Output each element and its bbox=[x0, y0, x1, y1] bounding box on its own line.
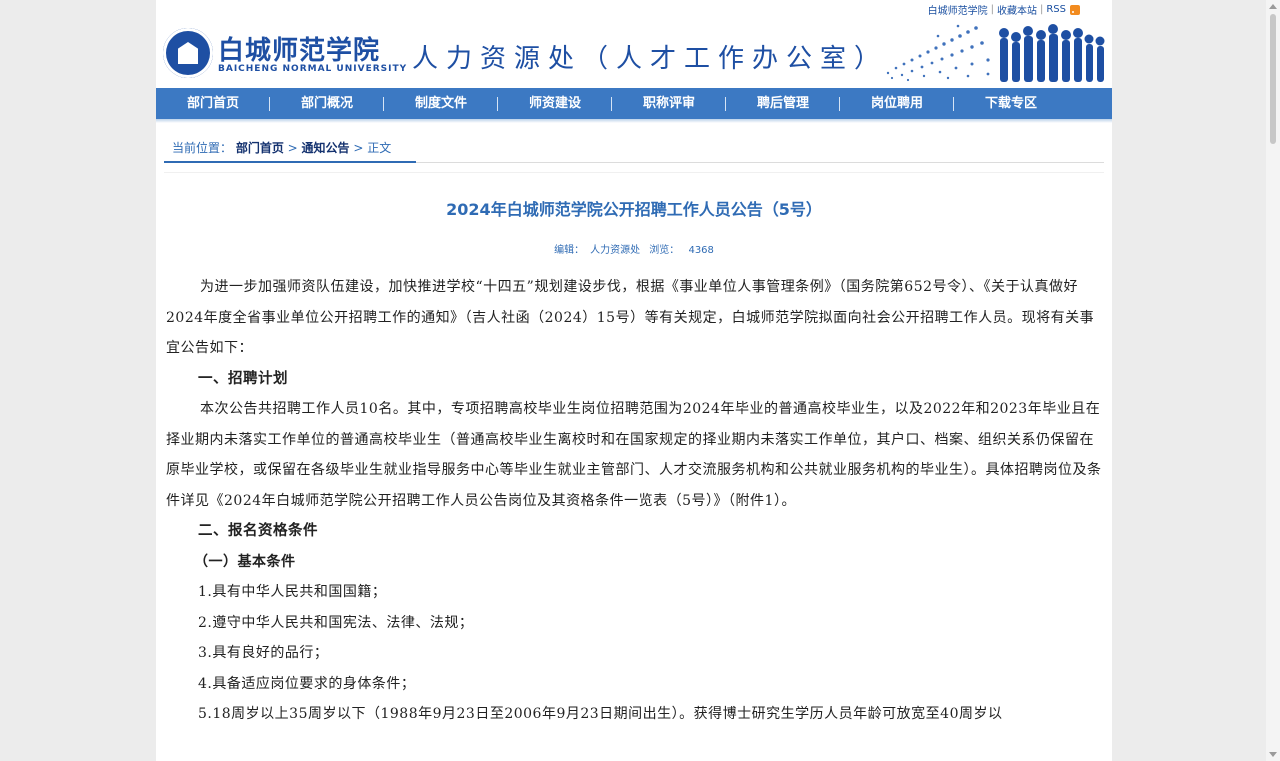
editor-value: 人力资源处 bbox=[590, 245, 641, 256]
nav-item-overview[interactable]: 部门概况 bbox=[270, 88, 384, 119]
nav-item-post-appointment[interactable]: 聘后管理 bbox=[726, 88, 840, 119]
article-meta: 编辑： 人力资源处 浏览： 4368 bbox=[156, 241, 1112, 256]
vertical-scrollbar[interactable] bbox=[1266, 0, 1280, 761]
article-title: 2024年白城师范学院公开招聘工作人员公告（5号） bbox=[446, 200, 822, 219]
department-title: 人力资源处（人才工作办公室） bbox=[412, 44, 889, 74]
nav-item-regulations[interactable]: 制度文件 bbox=[384, 88, 498, 119]
views-label: 浏览： bbox=[649, 245, 680, 256]
logo-english-name: BAICHENG NORMAL UNIVERSITY bbox=[218, 64, 408, 74]
breadcrumb-separator: > bbox=[349, 141, 368, 155]
divider bbox=[164, 172, 1104, 173]
paragraph-plan: 本次公告共招聘工作人员10名。其中，专项招聘高校毕业生岗位招聘范围为2024年毕… bbox=[166, 401, 1102, 509]
breadcrumb-notice-link[interactable]: 通知公告 bbox=[302, 141, 350, 155]
views-count: 4368 bbox=[688, 245, 714, 256]
top-links: 白城师范学院 | 收藏本站 | RSS bbox=[925, 2, 1080, 17]
nav-shadow bbox=[156, 119, 1112, 123]
scroll-down-arrow-icon[interactable] bbox=[1269, 752, 1277, 757]
list-item: 5.18周岁以上35周岁以下（1988年9月23日至2006年9月23日期间出生… bbox=[198, 706, 1003, 722]
breadcrumb-inner: 当前位置： 部门首页 > 通知公告 > 正文 bbox=[164, 134, 416, 163]
breadcrumb-current: 正文 bbox=[367, 141, 392, 155]
list-item: 3.具有良好的品行； bbox=[198, 645, 329, 661]
breadcrumb-separator: > bbox=[283, 141, 302, 155]
nav-item-home[interactable]: 部门首页 bbox=[156, 88, 270, 119]
section-heading-plan: 一、招聘计划 bbox=[198, 370, 288, 387]
paragraph-intro: 为进一步加强师资队伍建设，加快推进学校“十四五”规划建设步伐，根据《事业单位人事… bbox=[166, 279, 1095, 356]
add-favorite-link[interactable]: 收藏本站 bbox=[994, 2, 1040, 17]
main-navigation: 部门首页 部门概况 制度文件 师资建设 职称评审 聘后管理 岗位聘用 下载专区 bbox=[156, 88, 1112, 119]
nav-item-faculty[interactable]: 师资建设 bbox=[498, 88, 612, 119]
rss-icon[interactable] bbox=[1070, 4, 1080, 15]
list-item: 4.具备适应岗位要求的身体条件； bbox=[198, 675, 416, 692]
rss-link[interactable]: RSS bbox=[1043, 4, 1069, 15]
breadcrumb-home-link[interactable]: 部门首页 bbox=[236, 141, 284, 155]
header-banner-graphic bbox=[886, 24, 1105, 82]
logo-chinese-name[interactable]: 白城师范学院 bbox=[218, 30, 380, 67]
nav-item-title-review[interactable]: 职称评审 bbox=[612, 88, 726, 119]
university-seal-logo[interactable] bbox=[163, 28, 213, 78]
page-container: 白城师范学院 | 收藏本站 | RSS 白城师范学院 BAICHENG NORM… bbox=[156, 0, 1112, 761]
nav-item-job-appointment[interactable]: 岗位聘用 bbox=[840, 88, 954, 119]
subsection-heading-basic: （一）基本条件 bbox=[194, 553, 296, 570]
nav-item-downloads[interactable]: 下载专区 bbox=[954, 88, 1068, 119]
scroll-up-arrow-icon[interactable] bbox=[1269, 4, 1277, 9]
article-body: 为进一步加强师资队伍建设，加快推进学校“十四五”规划建设步伐，根据《事业单位人事… bbox=[166, 272, 1102, 730]
section-heading-qualifications: 二、报名资格条件 bbox=[198, 523, 318, 539]
school-home-link[interactable]: 白城师范学院 bbox=[925, 2, 991, 17]
editor-label: 编辑： bbox=[554, 245, 585, 256]
site-header: 白城师范学院 BAICHENG NORMAL UNIVERSITY 人力资源处（… bbox=[156, 18, 1112, 88]
breadcrumb-label: 当前位置： bbox=[172, 141, 233, 155]
list-item: 1.具有中华人民共和国国籍； bbox=[198, 584, 387, 600]
scrollbar-thumb[interactable] bbox=[1270, 14, 1276, 144]
breadcrumb: 当前位置： 部门首页 > 通知公告 > 正文 bbox=[164, 134, 1104, 163]
list-item: 2.遵守中华人民共和国宪法、法律、法规； bbox=[198, 614, 474, 631]
